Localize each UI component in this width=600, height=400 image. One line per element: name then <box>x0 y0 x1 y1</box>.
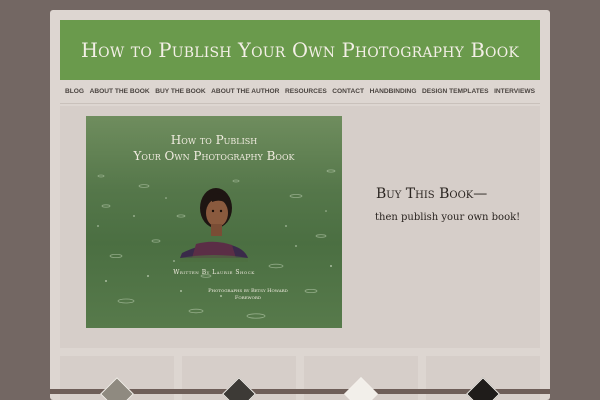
nav-item-about-the-author[interactable]: ABOUT THE AUTHOR <box>211 88 279 95</box>
cover-title-line1: How to Publish <box>170 133 258 147</box>
nav-divider <box>60 103 540 104</box>
nav-item-resources[interactable]: RESOURCES <box>285 88 327 95</box>
main-nav: BLOG ABOUT THE BOOK BUY THE BOOK ABOUT T… <box>60 82 540 100</box>
nav-item-buy-the-book[interactable]: BUY THE BOOK <box>155 88 205 95</box>
cover-credit-line2: Foreword <box>234 295 262 301</box>
cover-title: How to Publish Your Own Photography Book <box>86 132 342 164</box>
site-title[interactable]: How to Publish Your Own Photography Book <box>81 39 519 62</box>
cover-author: Written By Laurie Shock <box>173 269 255 276</box>
nav-item-blog[interactable]: BLOG <box>65 88 84 95</box>
nav-item-contact[interactable]: CONTACT <box>332 88 364 95</box>
cover-credit: Photographs by Betsy Howard Foreword <box>154 288 342 302</box>
feature-panel: How to Publish Your Own Photography Book… <box>60 106 540 348</box>
book-cover-image[interactable]: How to Publish Your Own Photography Book… <box>86 116 342 328</box>
buy-subheading: then publish your own book! <box>375 212 521 223</box>
girl-figure <box>180 188 248 262</box>
nav-item-interviews[interactable]: INTERVIEWS <box>494 88 535 95</box>
nav-item-handbinding[interactable]: HANDBINDING <box>370 88 417 95</box>
cover-title-line2: Your Own Photography Book <box>133 149 295 163</box>
nav-item-design-templates[interactable]: DESIGN TEMPLATES <box>422 88 489 95</box>
buy-this-book-heading[interactable]: Buy This Book— <box>376 186 487 202</box>
nav-item-about-the-book[interactable]: ABOUT THE BOOK <box>90 88 150 95</box>
page-container: How to Publish Your Own Photography Book… <box>50 10 550 400</box>
site-header: How to Publish Your Own Photography Book <box>60 20 540 80</box>
cover-credit-line1: Photographs by Betsy Howard <box>208 288 288 294</box>
